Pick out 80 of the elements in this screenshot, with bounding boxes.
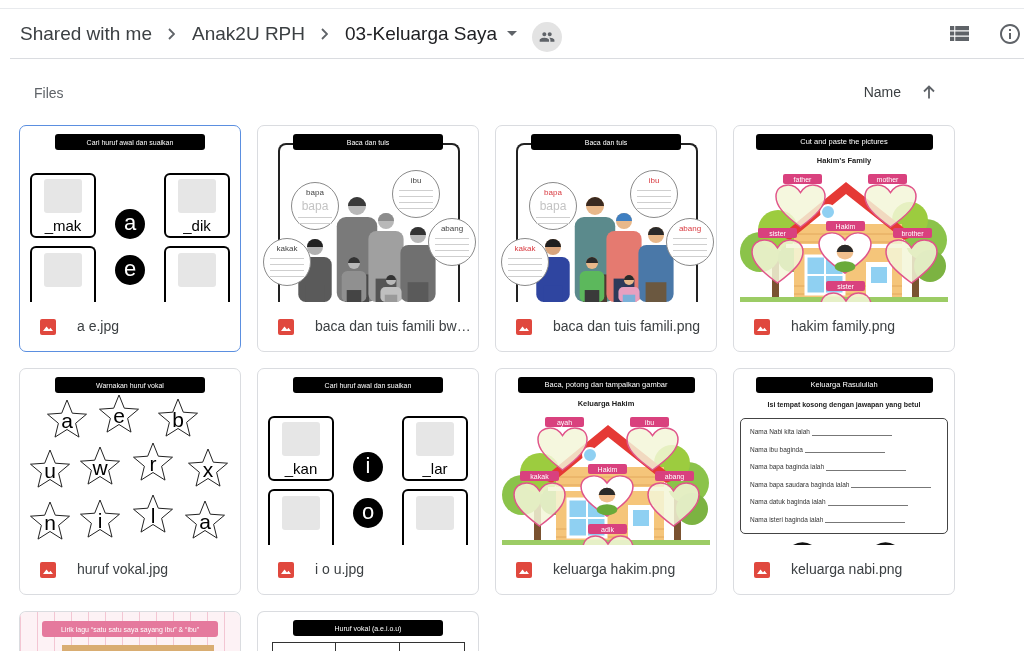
file-name: hakim family.png — [791, 317, 895, 336]
file-name: huruf vokal.jpg — [77, 560, 169, 579]
heart-frame — [885, 239, 938, 284]
heart-frame — [582, 535, 634, 545]
heart-frame — [751, 239, 804, 284]
semicircle-shape — [793, 541, 812, 545]
picture-placeholder — [282, 496, 320, 530]
letter-star: x — [187, 448, 229, 488]
file-name: a e.jpg — [77, 317, 120, 336]
child-heart-drawing — [818, 232, 872, 274]
bubble-word: bapa — [306, 189, 324, 197]
trace-word: bapa — [539, 200, 567, 212]
bubble-word: kakak — [276, 245, 298, 253]
picture-placeholder — [44, 253, 82, 287]
caret-icon — [507, 31, 518, 36]
image-file-icon — [278, 318, 294, 335]
list-view-icon[interactable] — [950, 26, 969, 41]
letter-star: i — [79, 499, 121, 539]
file-card[interactable] — [733, 368, 955, 595]
vowel-letter: a — [115, 209, 145, 239]
picture-placeholder — [416, 422, 454, 456]
image-file-icon — [754, 318, 770, 335]
bubble-word: abang — [678, 225, 702, 233]
heart-frame — [647, 482, 700, 527]
sort-button[interactable]: Name — [863, 81, 901, 103]
vowel-letter: e — [115, 255, 145, 285]
letter-star: w — [79, 446, 121, 486]
chevron-icon — [168, 27, 175, 40]
section-label: Files — [34, 83, 64, 103]
image-file-icon — [278, 561, 294, 578]
semicircle-shape — [876, 541, 895, 545]
file-name: keluarga hakim.png — [553, 560, 676, 579]
bubble-word: kakak — [514, 245, 536, 253]
heart-frame — [864, 184, 917, 228]
file-name: keluarga nabi.png — [791, 560, 903, 579]
card-word: _dik — [183, 218, 211, 233]
file-name: i o u.jpg — [315, 560, 365, 579]
picture-placeholder — [178, 179, 216, 213]
image-file-icon — [754, 561, 770, 578]
letter-star: a — [46, 399, 88, 439]
letter-star: u — [29, 449, 71, 489]
trace-word: bapa — [301, 200, 329, 212]
vowel-letter: i — [353, 452, 383, 482]
bubble-word: ibu — [410, 177, 422, 185]
letter-star: l — [132, 494, 174, 534]
picture-placeholder — [44, 179, 82, 213]
letter-star: e — [98, 394, 140, 434]
letter-star: b — [157, 398, 199, 438]
heart-frame — [626, 427, 679, 471]
child-heart-drawing — [580, 475, 634, 517]
image-file-icon — [40, 318, 56, 335]
image-file-icon — [516, 318, 532, 335]
heart-frame — [775, 184, 826, 228]
vowel-letter: o — [353, 498, 383, 528]
heart-frame — [513, 482, 566, 527]
image-file-icon — [40, 561, 56, 578]
picture-placeholder — [178, 253, 216, 287]
card-word: _lar — [422, 461, 448, 476]
bubble-word: ibu — [648, 177, 660, 185]
breadcrumb-item[interactable]: Shared with me — [20, 24, 152, 43]
letter-star: r — [132, 442, 174, 482]
picture-placeholder — [282, 422, 320, 456]
letter-star: n — [29, 501, 71, 541]
bubble-word: bapa — [544, 189, 562, 197]
info-icon[interactable] — [1000, 23, 1020, 44]
letter-star: a — [184, 500, 226, 540]
file-name: baca dan tuis famili bw… — [315, 317, 471, 336]
bubble-word: abang — [440, 225, 464, 233]
arrow-up-icon[interactable] — [923, 85, 935, 99]
image-file-icon — [516, 561, 532, 578]
picture-placeholder — [416, 496, 454, 530]
chevron-icon — [321, 27, 328, 40]
heart-frame — [537, 427, 588, 471]
file-name: baca dan tuis famili.png — [553, 317, 701, 336]
card-word: _mak — [44, 218, 82, 233]
heart-frame — [820, 292, 872, 302]
card-word: _kan — [284, 461, 318, 476]
breadcrumb-item[interactable]: Anak2U RPH — [192, 24, 305, 43]
breadcrumb-item[interactable]: 03-Keluarga Saya — [345, 24, 518, 43]
people-icon[interactable] — [532, 21, 563, 52]
